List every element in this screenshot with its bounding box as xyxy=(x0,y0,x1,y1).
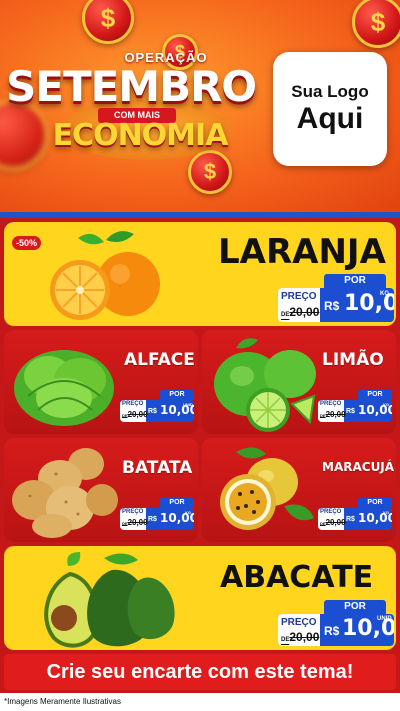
cta-button[interactable]: Crie seu encarte com este tema! xyxy=(4,654,396,690)
preco-label: PREÇO xyxy=(281,291,317,302)
product-name: LIMÃO xyxy=(322,350,384,370)
currency: R$ xyxy=(148,408,157,415)
unit-label: KG xyxy=(380,291,389,297)
por-label: POR xyxy=(358,498,392,508)
product-name: ABACATE xyxy=(220,560,374,595)
logo-text-line1: Sua Logo xyxy=(291,82,369,101)
orange-illustration xyxy=(50,231,160,320)
price-tag: PREÇO DE20,00 R$ 10,00 KG xyxy=(318,400,392,422)
unit-label: UNID xyxy=(377,616,392,622)
logo-text-line2: Aqui xyxy=(296,102,364,135)
currency: R$ xyxy=(324,299,340,313)
coin-icon: $ xyxy=(352,0,400,48)
price-tag: PREÇO DE20,00 R$ 10,00 UNID xyxy=(120,400,194,422)
price-tag: PREÇO DE20,00 R$ 10,00 UNID xyxy=(278,614,394,646)
price-tag: PREÇO DE20,00 R$ 10,00 KG xyxy=(318,508,392,530)
preco-label: PREÇO xyxy=(122,509,144,515)
old-price: DE20,00 xyxy=(122,518,148,527)
product-name: ALFACE xyxy=(124,350,195,370)
coin-icon: $ xyxy=(188,150,232,194)
currency: R$ xyxy=(346,516,355,523)
preco-label: PREÇO xyxy=(320,401,342,407)
product-card-limao[interactable]: LIMÃO POR PREÇO DE20,00 R$ 10,00 KG xyxy=(202,330,396,434)
logo-placeholder[interactable]: Sua Logo Aqui xyxy=(273,52,387,166)
product-name: MARACUJÁ xyxy=(322,460,395,474)
preco-label: PREÇO xyxy=(122,401,144,407)
old-price: DE20,00 xyxy=(281,630,320,644)
potato-illustration xyxy=(12,448,118,538)
campaign-title: SETEMBRO xyxy=(6,62,257,111)
preco-label: PREÇO xyxy=(281,617,317,628)
campaign-slogan: ECONOMIA xyxy=(52,118,229,153)
avocado-illustration xyxy=(44,552,175,648)
currency: R$ xyxy=(346,408,355,415)
old-price: DE20,00 xyxy=(320,410,346,419)
unit-label: KG xyxy=(185,510,191,515)
price-tag: PREÇO DE20,00 R$ 10,00 KG xyxy=(278,288,394,322)
old-price: DE20,00 xyxy=(320,518,346,527)
coin-icon: $ xyxy=(82,0,134,44)
footnote: *Imagens Meramente Ilustrativas xyxy=(0,693,400,711)
lime-illustration xyxy=(214,338,316,432)
currency: R$ xyxy=(148,516,157,523)
passion-fruit-illustration xyxy=(220,447,314,530)
unit-label: UNID xyxy=(183,402,193,407)
unit-label: KG xyxy=(383,402,389,407)
product-card-abacate[interactable]: ABACATE POR PREÇO DE20,00 R$ 10,00 UNID xyxy=(4,546,396,650)
product-name: LARANJA xyxy=(218,232,386,272)
hero-banner: $ $ $ $ OPERAÇÃO SETEMBRO COM MAIS ECONO… xyxy=(0,0,400,212)
preco-label: PREÇO xyxy=(320,509,342,515)
product-card-laranja[interactable]: -50% LARANJA POR PREÇO DE20,00 R$ 10,00 … xyxy=(4,222,396,326)
old-price: DE20,00 xyxy=(122,410,148,419)
old-price: DE20,00 xyxy=(281,305,320,319)
por-label: POR xyxy=(160,498,194,508)
por-label: POR xyxy=(324,274,386,288)
product-name: BATATA xyxy=(122,458,193,478)
product-card-batata[interactable]: BATATA POR PREÇO DE20,00 R$ 10,00 KG xyxy=(4,438,198,542)
por-label: POR xyxy=(324,600,386,614)
discount-badge: -50% xyxy=(12,236,42,250)
hero-divider xyxy=(0,212,400,218)
lettuce-illustration xyxy=(14,350,114,426)
por-label: POR xyxy=(160,390,194,400)
unit-label: KG xyxy=(383,510,389,515)
product-card-alface[interactable]: ALFACE POR PREÇO DE20,00 R$ 10,00 UNID xyxy=(4,330,198,434)
price-tag: PREÇO DE20,00 R$ 10,00 KG xyxy=(120,508,194,530)
por-label: POR xyxy=(358,390,392,400)
currency: R$ xyxy=(324,624,340,638)
product-card-maracuja[interactable]: MARACUJÁ POR PREÇO DE20,00 R$ 10,00 KG xyxy=(202,438,396,542)
